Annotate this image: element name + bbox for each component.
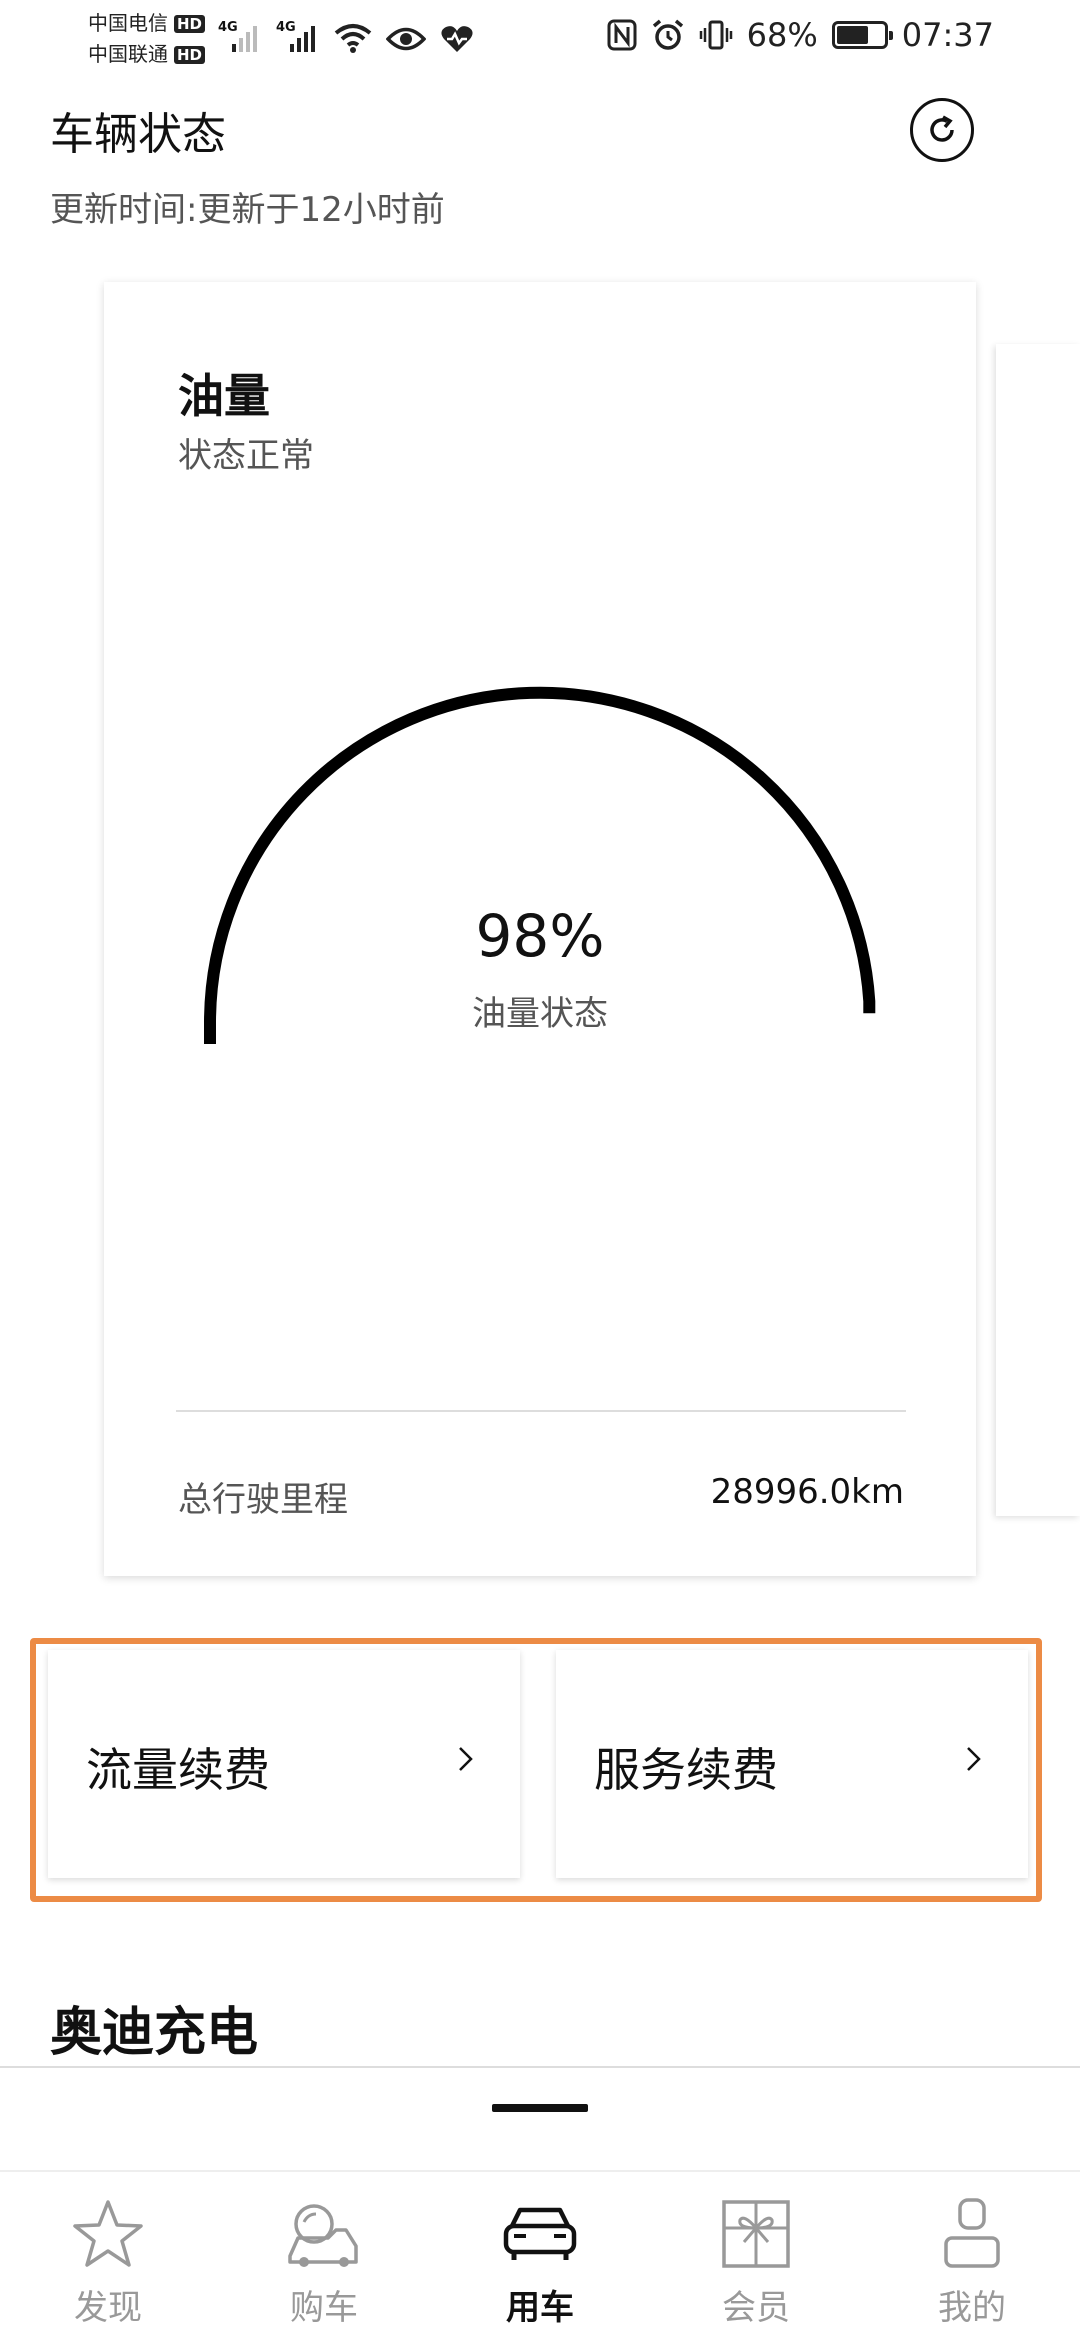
car-search-icon — [288, 2204, 358, 2267]
chevron-right-icon — [459, 1747, 473, 1771]
service-renewal-button[interactable]: 服务续费 — [556, 1650, 1028, 1878]
battery-percent: 68% — [746, 16, 818, 54]
refresh-button[interactable] — [910, 98, 974, 162]
battery-icon — [831, 21, 893, 49]
hd-badge: HD — [174, 45, 206, 64]
car-icon — [503, 2207, 577, 2260]
signal-icon: 4G — [276, 20, 320, 54]
refresh-icon — [930, 115, 954, 142]
tab-label: 购车 — [290, 2288, 358, 2328]
data-renewal-label: 流量续费 — [86, 1743, 270, 1797]
tab-label: 用车 — [506, 2288, 574, 2328]
chevron-right-icon — [967, 1747, 981, 1771]
eye-icon — [386, 27, 426, 51]
data-renewal-button[interactable]: 流量续费 — [48, 1650, 520, 1878]
update-label: 更新时间: — [50, 190, 198, 230]
drag-handle[interactable] — [492, 2104, 588, 2112]
bottom-tab-bar: 发现 购车 用车 会员 我的 — [0, 2170, 1080, 2340]
carrier-2-name: 中国联通 — [88, 42, 168, 66]
divider — [176, 1410, 906, 1412]
divider — [0, 2066, 1080, 2068]
star-icon — [73, 2200, 143, 2267]
wifi-icon — [334, 24, 372, 53]
vibrate-icon — [699, 20, 732, 50]
tab-label: 发现 — [74, 2288, 142, 2328]
tab-label: 我的 — [938, 2288, 1006, 2328]
status-icons-left: 4G 4G — [218, 20, 474, 54]
tab-membership[interactable]: 会员 — [648, 2196, 864, 2336]
hd-badge: HD — [174, 14, 206, 33]
mileage-value: 28996.0km — [710, 1472, 904, 1512]
tab-mine[interactable]: 我的 — [864, 2196, 1080, 2336]
gauge-value: 98% — [475, 902, 605, 970]
tab-use-car[interactable]: 用车 — [432, 2196, 648, 2336]
nfc-icon — [607, 19, 637, 51]
tab-discover[interactable]: 发现 — [0, 2196, 216, 2336]
page-title: 车辆状态 — [50, 109, 226, 160]
gift-icon — [722, 2200, 790, 2268]
status-bar: 中国电信 HD 中国联通 HD 4G 4G 68% 07:37 — [0, 0, 1080, 80]
carrier-1-name: 中国电信 — [88, 11, 168, 35]
tab-label: 会员 — [722, 2288, 790, 2328]
fuel-status-card[interactable]: 油量 状态正常 98% 油量状态 总行驶里程 28996.0km — [104, 282, 976, 1576]
fuel-gauge — [204, 686, 876, 1044]
carrier-1: 中国电信 HD — [88, 8, 206, 39]
signal-icon: 4G — [218, 20, 262, 54]
carrier-info: 中国电信 HD 中国联通 HD — [88, 8, 206, 70]
status-icons-right: 68% 07:37 — [607, 16, 994, 54]
health-heart-icon — [441, 26, 473, 52]
next-status-card[interactable] — [996, 344, 1080, 1516]
charging-section-title: 奥迪充电 — [50, 2003, 259, 2063]
gauge-label: 油量状态 — [472, 994, 608, 1034]
service-renewal-label: 服务续费 — [594, 1743, 778, 1797]
mileage-label: 总行驶里程 — [178, 1480, 348, 1520]
person-icon — [944, 2198, 1000, 2268]
alarm-icon — [652, 19, 683, 50]
update-value: 更新于12小时前 — [197, 190, 445, 230]
clock: 07:37 — [901, 16, 994, 54]
update-time: 更新时间:更新于12小时前 — [50, 182, 445, 231]
carrier-2: 中国联通 HD — [88, 39, 206, 70]
tab-buy-car[interactable]: 购车 — [216, 2196, 432, 2336]
